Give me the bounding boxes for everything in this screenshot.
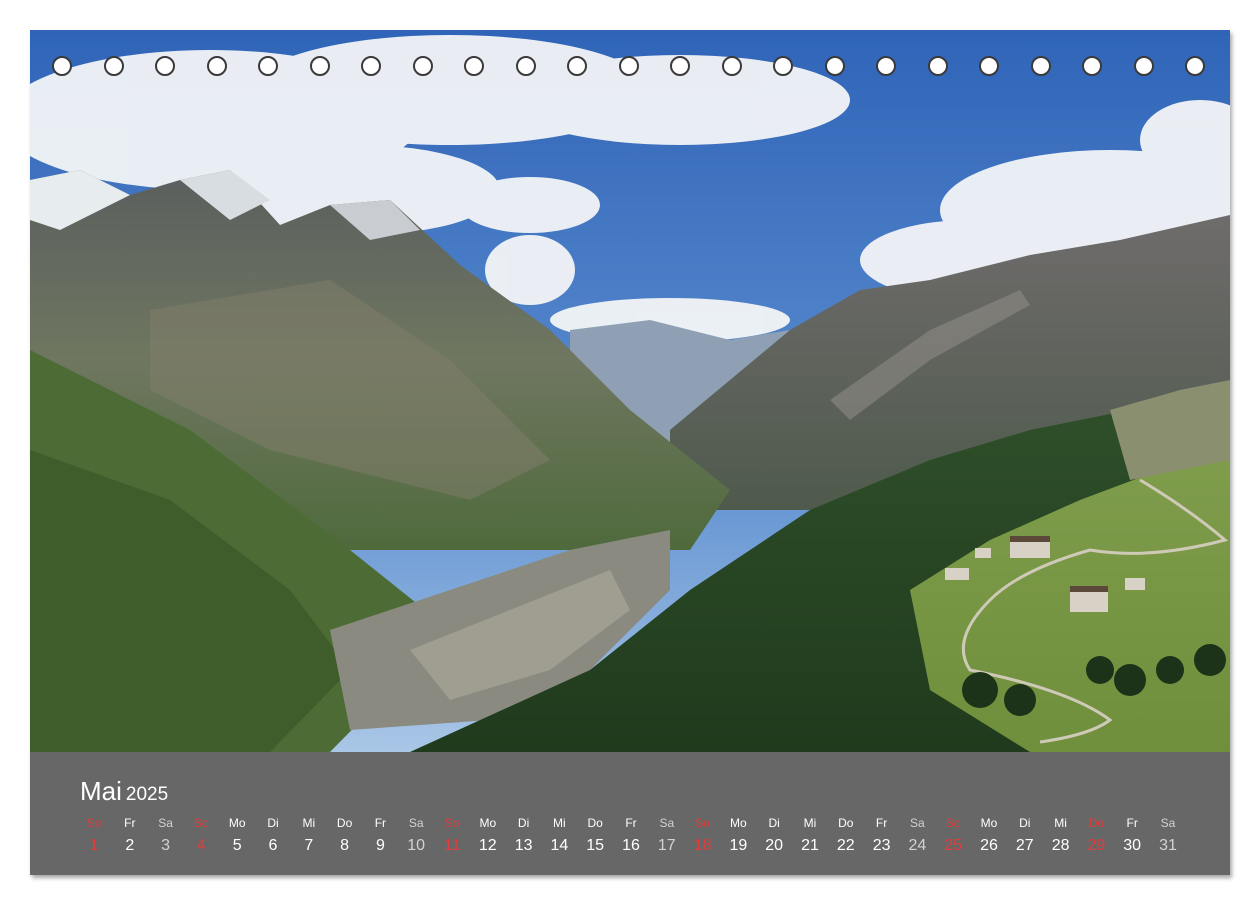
binding-hole — [618, 56, 639, 76]
weekday-label: Di — [1019, 816, 1031, 830]
day-number: 16 — [622, 837, 640, 854]
day-number: 12 — [478, 837, 497, 854]
weekday-label: Fr — [625, 816, 637, 830]
day-number: 10 — [407, 837, 426, 854]
day-number: 18 — [693, 837, 712, 854]
day-number: 26 — [980, 837, 998, 854]
day-number: 28 — [1051, 837, 1070, 854]
calendar-band: Mai 2025 So 1 Fr 2 Sa 3 So 4 Mo 5 Di 6 Mi 7 Do 8 Fr 9 Sa 10 S… — [30, 752, 1230, 875]
year-label: 2025 — [125, 784, 169, 805]
weekday-label: So — [945, 816, 961, 830]
day-number: 24 — [908, 837, 927, 854]
day-number: 27 — [1015, 837, 1034, 854]
binding-hole — [309, 56, 330, 76]
binding-hole — [464, 56, 484, 76]
binding-hole — [824, 56, 845, 76]
day-number: 14 — [550, 837, 569, 854]
weekday-label: Fr — [374, 816, 387, 830]
binding-hole — [773, 56, 793, 76]
day-number: 30 — [1123, 837, 1142, 854]
weekday-label: So — [86, 816, 102, 830]
weekday-label: Mi — [553, 816, 566, 830]
day-number: 29 — [1087, 837, 1106, 854]
weekday-label: Fr — [875, 816, 888, 830]
weekday-label: Sa — [659, 816, 675, 830]
weekday-label: Mi — [302, 816, 316, 830]
weekday-label: Do — [587, 816, 603, 830]
weekday-label: Mo — [228, 816, 246, 830]
weekday-label: So — [695, 816, 710, 830]
day-number: 11 — [443, 837, 461, 854]
day-number: 2 — [125, 837, 135, 854]
binding-hole — [1133, 56, 1154, 76]
binding-hole — [1185, 56, 1205, 76]
day-number: 21 — [801, 837, 819, 854]
binding-hole — [52, 56, 72, 76]
day-number: 15 — [586, 837, 605, 854]
day-number: 22 — [836, 837, 855, 854]
day-number: 13 — [514, 837, 533, 854]
binding-holes — [30, 54, 1230, 80]
mountain-valley-photo — [30, 30, 1230, 752]
day-number: 31 — [1159, 837, 1177, 854]
weekday-label: Mo — [980, 816, 998, 830]
binding-hole — [515, 56, 536, 76]
weekday-label: Di — [768, 816, 780, 830]
weekday-label: Do — [838, 816, 854, 830]
weekday-label: Fr — [1126, 816, 1138, 830]
landscape-image — [30, 30, 1230, 752]
binding-hole — [361, 56, 381, 76]
binding-hole — [979, 56, 999, 76]
weekday-label: Mi — [1054, 816, 1067, 830]
binding-hole — [721, 56, 742, 76]
month-title: Mai 2025 — [80, 776, 168, 810]
weekday-label: Fr — [124, 816, 136, 830]
day-number: 17 — [657, 837, 676, 854]
weekday-label: Di — [517, 816, 530, 830]
calendar-page: Mai 2025 So 1 Fr 2 Sa 3 So 4 Mo 5 Di 6 Mi 7 Do 8 Fr 9 Sa 10 S… — [30, 30, 1230, 875]
weekday-label: So — [194, 816, 209, 830]
day-number: 7 — [304, 837, 314, 854]
binding-hole — [567, 56, 587, 76]
weekday-label: Sa — [158, 816, 173, 830]
binding-hole — [412, 56, 433, 76]
binding-hole — [1082, 56, 1102, 76]
day-number: 1 — [89, 837, 99, 854]
day-number: 25 — [944, 837, 963, 854]
binding-hole — [876, 56, 896, 76]
weekday-label: Di — [267, 816, 279, 830]
day-number: 3 — [161, 837, 171, 854]
day-number: 20 — [765, 837, 784, 854]
weekday-label: Mi — [803, 816, 817, 830]
day-number: 19 — [729, 837, 748, 854]
day-number: 23 — [872, 837, 891, 854]
weekday-label: Mo — [479, 816, 497, 830]
binding-hole — [927, 56, 948, 76]
day-number: 4 — [196, 837, 206, 854]
weekday-label: Mo — [730, 816, 747, 830]
weekday-label: Do — [1088, 816, 1105, 830]
weekday-label: Sa — [1160, 816, 1176, 830]
month-name: Mai — [80, 776, 122, 806]
weekday-label: Do — [336, 816, 353, 830]
weekday-label: So — [444, 816, 460, 830]
binding-hole — [103, 56, 124, 76]
day-number: 6 — [268, 837, 278, 854]
binding-hole — [155, 56, 175, 76]
weekday-label: Sa — [408, 816, 424, 830]
binding-hole — [670, 56, 690, 76]
binding-hole — [1030, 56, 1051, 76]
day-number: 5 — [232, 837, 242, 854]
weekday-label: Sa — [910, 816, 925, 830]
day-number: 9 — [375, 837, 385, 854]
day-number: 8 — [340, 837, 350, 854]
binding-hole — [206, 56, 227, 76]
binding-hole — [258, 56, 278, 76]
